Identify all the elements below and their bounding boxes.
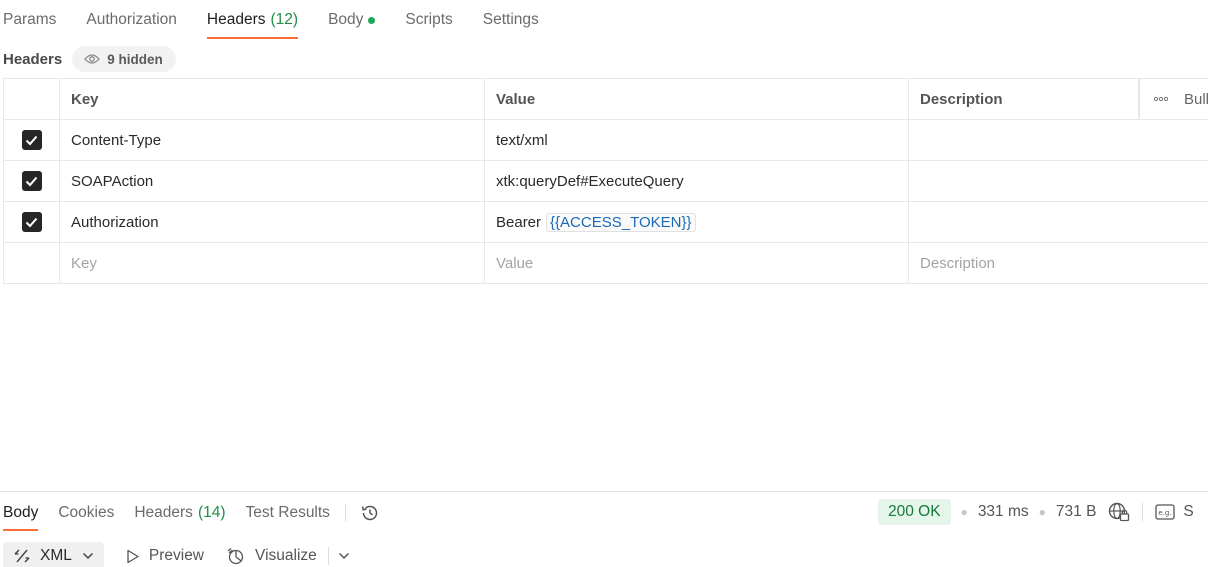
format-label: XML: [40, 547, 72, 564]
response-body-toolbar: XML Preview Visualize: [3, 542, 350, 567]
tab-label: Settings: [482, 11, 539, 28]
response-tab-body[interactable]: Body: [3, 494, 39, 531]
section-title: Headers: [3, 50, 63, 68]
checkmark-icon: [25, 176, 38, 186]
bulk-edit-cell: Bull: [1139, 79, 1208, 119]
checkmark-icon: [25, 135, 38, 145]
column-header-value: Value: [485, 79, 909, 119]
tab-label: Body: [3, 503, 39, 521]
tab-label: Cookies: [58, 503, 115, 521]
hidden-count: 9 hidden: [107, 51, 163, 67]
column-header-key: Key: [60, 79, 485, 119]
history-button[interactable]: [360, 503, 380, 523]
eye-icon: [84, 54, 101, 64]
new-key-input[interactable]: Key: [60, 243, 485, 283]
tab-body[interactable]: Body: [328, 1, 376, 39]
more-options-icon: [1154, 96, 1168, 102]
row-checkbox[interactable]: [21, 171, 42, 191]
new-value-input[interactable]: Value: [485, 243, 909, 283]
key-cell[interactable]: Content-Type: [60, 120, 485, 160]
globe-lock-icon: [1109, 502, 1130, 522]
request-tabs: Params Authorization Headers (12) Body Sc…: [3, 0, 569, 40]
tab-label: Scripts: [405, 11, 453, 28]
bulk-edit-label: Bull: [1184, 90, 1208, 108]
tab-label: Headers: [134, 503, 193, 521]
row-check-cell: [4, 202, 60, 242]
value-cell[interactable]: text/xml: [485, 120, 909, 160]
svg-text:e.g.: e.g.: [1159, 509, 1172, 517]
visualize-label: Visualize: [255, 547, 317, 564]
bulk-edit-button[interactable]: Bull: [1139, 79, 1208, 119]
table-row: Content-Type text/xml: [3, 120, 1208, 161]
separator-dot: ●: [960, 505, 968, 519]
tab-settings[interactable]: Settings: [483, 1, 539, 39]
tab-label: Test Results: [245, 503, 330, 521]
tab-label: Authorization: [86, 11, 177, 28]
chevron-down-icon: [338, 552, 349, 560]
response-tabs: Body Cookies Headers (14) Test Results: [3, 494, 380, 531]
table-header-row: Key Value Description Bull: [3, 79, 1208, 120]
table-row: Authorization Bearer {{ACCESS_TOKEN}}: [3, 202, 1208, 243]
tab-params[interactable]: Params: [3, 1, 56, 39]
header-check-cell: [4, 79, 60, 119]
row-check-cell: [4, 161, 60, 201]
status-badge[interactable]: 200 OK: [878, 499, 951, 525]
separator: [1142, 503, 1144, 521]
response-tab-headers[interactable]: Headers (14): [134, 494, 225, 531]
preview-button[interactable]: Preview: [126, 547, 204, 565]
tab-headers[interactable]: Headers (12): [206, 1, 299, 39]
tab-label: Body: [328, 11, 364, 28]
format-dropdown[interactable]: XML: [3, 542, 104, 567]
response-tab-test-results[interactable]: Test Results: [246, 494, 330, 531]
response-status: 200 OK ● 331 ms ● 731 B e.g. S: [878, 499, 1194, 525]
headers-section-header: Headers 9 hidden: [3, 46, 176, 72]
response-time[interactable]: 331 ms: [978, 503, 1029, 521]
separator: [344, 503, 346, 522]
save-example-label: S: [1183, 503, 1194, 520]
row-checkbox[interactable]: [21, 130, 42, 150]
visualize-button[interactable]: Visualize: [226, 547, 317, 565]
key-cell[interactable]: SOAPAction: [60, 161, 485, 201]
environment-variable[interactable]: {{ACCESS_TOKEN}}: [546, 212, 696, 232]
row-checkbox[interactable]: [21, 212, 42, 232]
response-size[interactable]: 731 B: [1056, 503, 1097, 521]
headers-table: Key Value Description Bull Content-Type …: [3, 78, 1208, 284]
value-cell[interactable]: xtk:queryDef#ExecuteQuery: [485, 161, 909, 201]
save-example-button[interactable]: e.g. S: [1155, 503, 1194, 521]
row-check-cell: [4, 120, 60, 160]
separator-dot: ●: [1038, 505, 1046, 519]
visualize-dropdown[interactable]: [338, 552, 350, 560]
history-icon: [361, 505, 378, 520]
value-prefix: Bearer: [496, 213, 542, 231]
checkmark-icon: [25, 217, 38, 227]
tab-label: Params: [3, 11, 57, 28]
example-icon: e.g.: [1155, 504, 1176, 520]
new-description-input[interactable]: Description: [909, 243, 1208, 283]
tab-scripts[interactable]: Scripts: [405, 1, 452, 39]
chevron-down-icon: [82, 552, 93, 560]
network-info-button[interactable]: [1108, 502, 1130, 522]
pane-divider[interactable]: [0, 491, 1208, 492]
visualize-icon: [227, 548, 244, 565]
hidden-headers-toggle[interactable]: 9 hidden: [72, 46, 176, 72]
description-cell[interactable]: [909, 120, 1208, 160]
play-icon: [127, 549, 139, 563]
row-check-cell: [4, 243, 60, 283]
tab-authorization[interactable]: Authorization: [86, 1, 176, 39]
description-cell[interactable]: [909, 161, 1208, 201]
value-cell[interactable]: Bearer {{ACCESS_TOKEN}}: [485, 202, 909, 242]
preview-label: Preview: [148, 547, 205, 564]
tab-count: (12): [270, 11, 299, 28]
response-tab-cookies[interactable]: Cookies: [58, 494, 114, 531]
separator: [327, 547, 329, 565]
column-header-description: Description: [909, 79, 1139, 119]
modified-dot-icon: [368, 17, 376, 24]
tab-label: Headers: [206, 11, 266, 28]
table-row: SOAPAction xtk:queryDef#ExecuteQuery: [3, 161, 1208, 202]
code-icon: [14, 549, 30, 563]
description-cell[interactable]: [909, 202, 1208, 242]
table-row-new: Key Value Description: [3, 243, 1208, 284]
tab-count: (14): [197, 503, 226, 521]
key-cell[interactable]: Authorization: [60, 202, 485, 242]
